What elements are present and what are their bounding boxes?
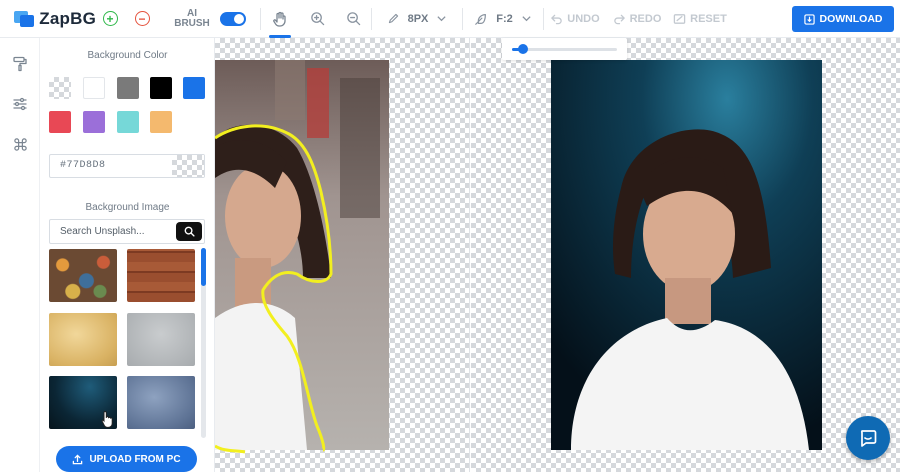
- thumbnail-scrollbar-thumb[interactable]: [201, 248, 206, 286]
- undo-icon: [551, 14, 563, 24]
- reset-label: RESET: [690, 12, 727, 25]
- zapbg-app: ZapBG + − AI BRUSH 8PX F:2 UNDO REDO RES…: [0, 0, 900, 472]
- swatch-orange[interactable]: [150, 111, 172, 133]
- swatch-blue[interactable]: [183, 77, 205, 99]
- command-key-icon: [13, 137, 27, 151]
- redo-label: REDO: [629, 12, 662, 25]
- feather-icon: [475, 13, 487, 25]
- preview-canvas[interactable]: [471, 38, 900, 472]
- download-button[interactable]: DOWNLOAD: [792, 6, 894, 32]
- ai-brush-toggle[interactable]: [219, 11, 246, 26]
- thumb-paper[interactable]: [49, 313, 117, 366]
- thumb-concrete[interactable]: [127, 313, 195, 366]
- minus-circle-icon: −: [134, 11, 150, 26]
- thumb-wood[interactable]: [127, 249, 195, 302]
- background-image-title: Background Image: [85, 202, 170, 213]
- swatch-red[interactable]: [49, 111, 71, 133]
- left-tool-rail: [0, 38, 40, 472]
- brush-size-dropdown[interactable]: 8PX: [372, 0, 462, 38]
- upload-icon: [73, 453, 83, 464]
- swatch-purple[interactable]: [83, 111, 105, 133]
- hex-color-value: #77D8D8: [60, 160, 106, 171]
- pan-tool-button[interactable]: [261, 0, 299, 38]
- zoom-out-button[interactable]: [335, 0, 371, 38]
- search-icon: [184, 226, 195, 237]
- ai-brush-label-line2: BRUSH: [174, 17, 210, 29]
- zoom-in-button[interactable]: [299, 0, 335, 38]
- app-logo[interactable]: ZapBG: [0, 9, 96, 29]
- rail-adjust[interactable]: [0, 84, 40, 124]
- remove-button[interactable]: −: [124, 0, 160, 38]
- swatch-gray[interactable]: [117, 77, 139, 99]
- feather-dropdown[interactable]: F:2: [463, 0, 543, 38]
- reset-button[interactable]: RESET: [668, 0, 732, 38]
- feather-slider-track[interactable]: [512, 48, 617, 51]
- background-color-title: Background Color: [87, 50, 168, 61]
- top-toolbar: ZapBG + − AI BRUSH 8PX F:2 UNDO REDO RES…: [0, 0, 900, 38]
- add-button[interactable]: +: [96, 0, 124, 38]
- download-label: DOWNLOAD: [819, 13, 883, 25]
- zoom-in-icon: [310, 12, 324, 26]
- result-photo: [551, 60, 822, 450]
- search-button[interactable]: [176, 222, 202, 241]
- redo-icon: [613, 14, 625, 24]
- swatch-white[interactable]: [83, 77, 105, 99]
- undo-label: UNDO: [567, 12, 600, 25]
- feather-value: F:2: [496, 12, 513, 25]
- original-photo: [215, 60, 389, 454]
- redo-button[interactable]: REDO: [606, 0, 668, 38]
- undo-button[interactable]: UNDO: [544, 0, 606, 38]
- thumb-food-bowls[interactable]: [49, 249, 117, 302]
- chat-icon: [860, 430, 877, 447]
- pencil-icon: [388, 13, 398, 24]
- swatch-black[interactable]: [150, 77, 172, 99]
- app-name: ZapBG: [39, 8, 96, 28]
- sliders-icon: [13, 97, 27, 111]
- thumb-dark-smoke[interactable]: [49, 376, 117, 429]
- upload-label: UPLOAD FROM PC: [89, 453, 181, 465]
- hex-color-preview: [172, 155, 204, 177]
- edit-canvas[interactable]: [215, 38, 470, 472]
- swatch-transparent[interactable]: [49, 77, 71, 99]
- background-panel: Background Color #77D8D8 Background Imag…: [40, 38, 215, 472]
- zoom-out-icon: [346, 12, 360, 26]
- hand-icon: [273, 11, 286, 27]
- plus-circle-icon: +: [102, 11, 118, 26]
- ai-brush-toggle-group[interactable]: AI BRUSH: [160, 0, 260, 38]
- rail-shortcuts[interactable]: [0, 124, 40, 164]
- chat-support-button[interactable]: [846, 416, 890, 460]
- brush-size-value: 8PX: [407, 12, 429, 25]
- ai-brush-label: AI BRUSH: [174, 7, 210, 29]
- feather-slider-knob[interactable]: [517, 44, 528, 54]
- swatch-teal[interactable]: [117, 111, 139, 133]
- chevron-down-icon: [522, 16, 531, 22]
- ai-brush-label-line1: AI: [187, 7, 197, 19]
- feather-slider-popover: [502, 38, 627, 60]
- paint-roller-icon: [13, 56, 27, 72]
- cursor-hand-icon: [101, 410, 113, 428]
- rail-paint-roller[interactable]: [0, 44, 40, 84]
- chevron-down-icon: [437, 16, 447, 22]
- unsplash-search: [49, 219, 205, 244]
- thumb-blue-texture[interactable]: [127, 376, 195, 429]
- reset-icon: [673, 13, 686, 24]
- logo-icon: [14, 10, 34, 27]
- unsplash-search-input[interactable]: [50, 220, 168, 243]
- upload-from-pc-button[interactable]: UPLOAD FROM PC: [56, 446, 197, 472]
- save-icon: [803, 13, 815, 25]
- hex-color-field[interactable]: #77D8D8: [49, 154, 205, 178]
